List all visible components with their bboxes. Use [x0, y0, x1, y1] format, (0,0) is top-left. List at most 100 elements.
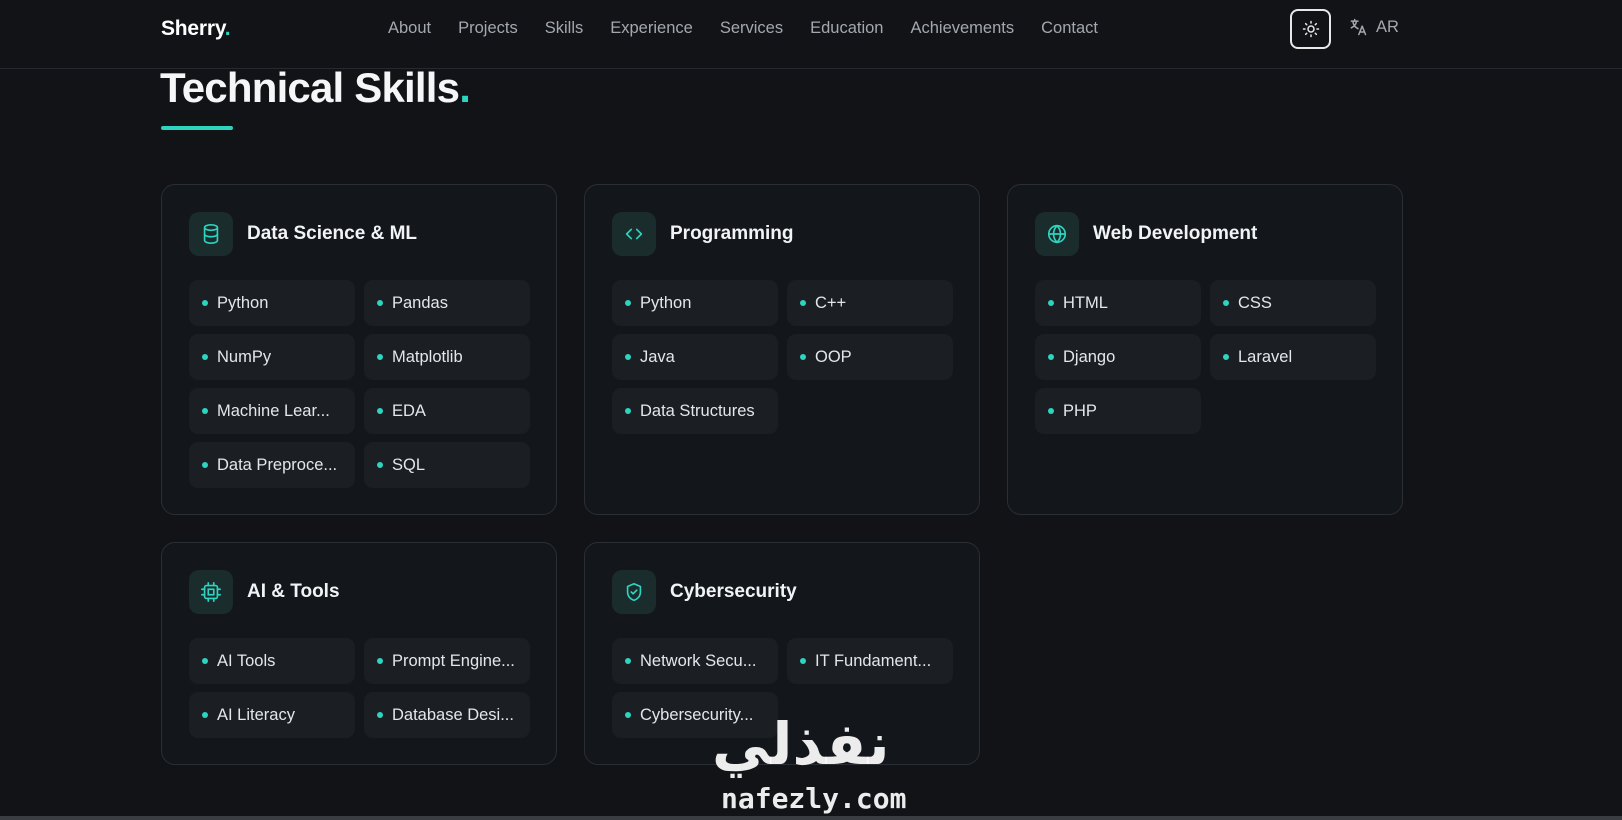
nav-link-contact[interactable]: Contact	[1041, 17, 1098, 39]
skill-label: Prompt Engine...	[392, 651, 515, 670]
card-header: AI & Tools	[189, 570, 340, 614]
bullet-dot	[625, 712, 631, 718]
nav-link-skills[interactable]: Skills	[545, 17, 584, 39]
bullet-dot	[1048, 354, 1054, 360]
brand-dot: .	[224, 17, 231, 40]
bullet-dot	[625, 658, 631, 664]
card-header: Cybersecurity	[612, 570, 797, 614]
section-title-text: Technical Skills	[160, 64, 460, 111]
skill-card-data-science: Data Science & ML Python Pandas NumPy Ma…	[161, 184, 557, 515]
skill-label: Django	[1063, 347, 1116, 366]
card-title: Data Science & ML	[247, 223, 417, 244]
skill-label: Database Desi...	[392, 705, 514, 724]
skill-label: SQL	[392, 455, 426, 474]
skill-label: HTML	[1063, 293, 1108, 312]
brand-logo[interactable]: Sherry.	[161, 17, 231, 41]
skill-label: Java	[640, 347, 675, 366]
globe-icon	[1035, 212, 1079, 256]
bullet-dot	[202, 354, 208, 360]
skill-chip: C++	[787, 280, 953, 326]
nav-links: About Projects Skills Experience Service…	[388, 17, 1125, 39]
bullet-dot	[202, 658, 208, 664]
language-label: AR	[1376, 17, 1399, 36]
bullet-dot	[377, 712, 383, 718]
skill-label: Network Secu...	[640, 651, 757, 670]
skill-chip: Pandas	[364, 280, 530, 326]
bullet-dot	[377, 354, 383, 360]
bullet-dot	[202, 712, 208, 718]
skill-chip: Python	[189, 280, 355, 326]
skill-chip: CSS	[1210, 280, 1376, 326]
bullet-dot	[377, 658, 383, 664]
bullet-dot	[1223, 354, 1229, 360]
skill-label: Python	[217, 293, 269, 312]
skill-chip-list: Python Pandas NumPy Matplotlib Machine L…	[189, 280, 530, 488]
skill-label: Python	[640, 293, 692, 312]
skill-card-programming: Programming Python C++ Java OOP Data Str…	[584, 184, 980, 515]
skill-chip: IT Fundament...	[787, 638, 953, 684]
skill-chip: NumPy	[189, 334, 355, 380]
card-header: Data Science & ML	[189, 212, 417, 256]
watermark-logo-latin: nafezly.com	[721, 782, 907, 815]
skill-chip-list: Python C++ Java OOP Data Structures	[612, 280, 953, 434]
skill-chip: PHP	[1035, 388, 1201, 434]
section-title: Technical Skills.	[160, 64, 471, 112]
cpu-icon	[189, 570, 233, 614]
skill-chip: Python	[612, 280, 778, 326]
bullet-dot	[1048, 408, 1054, 414]
skill-card-web-development: Web Development HTML CSS Django Laravel …	[1007, 184, 1403, 515]
bullet-dot	[377, 462, 383, 468]
bullet-dot	[625, 408, 631, 414]
skill-label: CSS	[1238, 293, 1272, 312]
title-underline	[161, 126, 233, 130]
nav-link-experience[interactable]: Experience	[610, 17, 693, 39]
skill-chip: Machine Lear...	[189, 388, 355, 434]
translate-icon	[1350, 18, 1367, 36]
skill-chip: SQL	[364, 442, 530, 488]
skill-chip: HTML	[1035, 280, 1201, 326]
nav-link-achievements[interactable]: Achievements	[910, 17, 1014, 39]
bullet-dot	[202, 300, 208, 306]
bullet-dot	[1223, 300, 1229, 306]
nav-link-about[interactable]: About	[388, 17, 431, 39]
skill-chip-list: HTML CSS Django Laravel PHP	[1035, 280, 1376, 434]
card-header: Programming	[612, 212, 794, 256]
bullet-dot	[1048, 300, 1054, 306]
skill-chip: Database Desi...	[364, 692, 530, 738]
card-header: Web Development	[1035, 212, 1257, 256]
database-icon	[189, 212, 233, 256]
skill-chip-list: AI Tools Prompt Engine... AI Literacy Da…	[189, 638, 530, 738]
language-toggle-button[interactable]: AR	[1348, 17, 1399, 37]
bottom-divider	[0, 816, 1622, 820]
skill-label: PHP	[1063, 401, 1097, 420]
card-title: Web Development	[1093, 223, 1258, 244]
nav-link-education[interactable]: Education	[810, 17, 883, 39]
skill-chip: EDA	[364, 388, 530, 434]
skill-label: EDA	[392, 401, 426, 420]
skill-label: Matplotlib	[392, 347, 463, 366]
skill-chip: AI Literacy	[189, 692, 355, 738]
skill-label: Machine Lear...	[217, 401, 330, 420]
card-title: Programming	[670, 223, 794, 244]
brand-name: Sherry	[161, 17, 225, 40]
bullet-dot	[625, 300, 631, 306]
card-title: AI & Tools	[247, 581, 340, 602]
bullet-dot	[202, 408, 208, 414]
skill-label: C++	[815, 293, 847, 312]
skill-label: NumPy	[217, 347, 272, 366]
skill-chip: Matplotlib	[364, 334, 530, 380]
sun-icon	[1302, 20, 1319, 38]
nav-link-projects[interactable]: Projects	[458, 17, 518, 39]
bullet-dot	[800, 300, 806, 306]
theme-toggle-button[interactable]	[1290, 9, 1331, 49]
shield-icon	[612, 570, 656, 614]
bullet-dot	[202, 462, 208, 468]
bullet-dot	[377, 408, 383, 414]
nav-link-services[interactable]: Services	[720, 17, 783, 39]
skill-chip: AI Tools	[189, 638, 355, 684]
section-title-dot: .	[459, 64, 471, 111]
skill-label: IT Fundament...	[815, 651, 932, 670]
skill-label: AI Tools	[217, 651, 276, 670]
skill-card-ai-tools: AI & Tools AI Tools Prompt Engine... AI …	[161, 542, 557, 765]
skill-chip: Java	[612, 334, 778, 380]
